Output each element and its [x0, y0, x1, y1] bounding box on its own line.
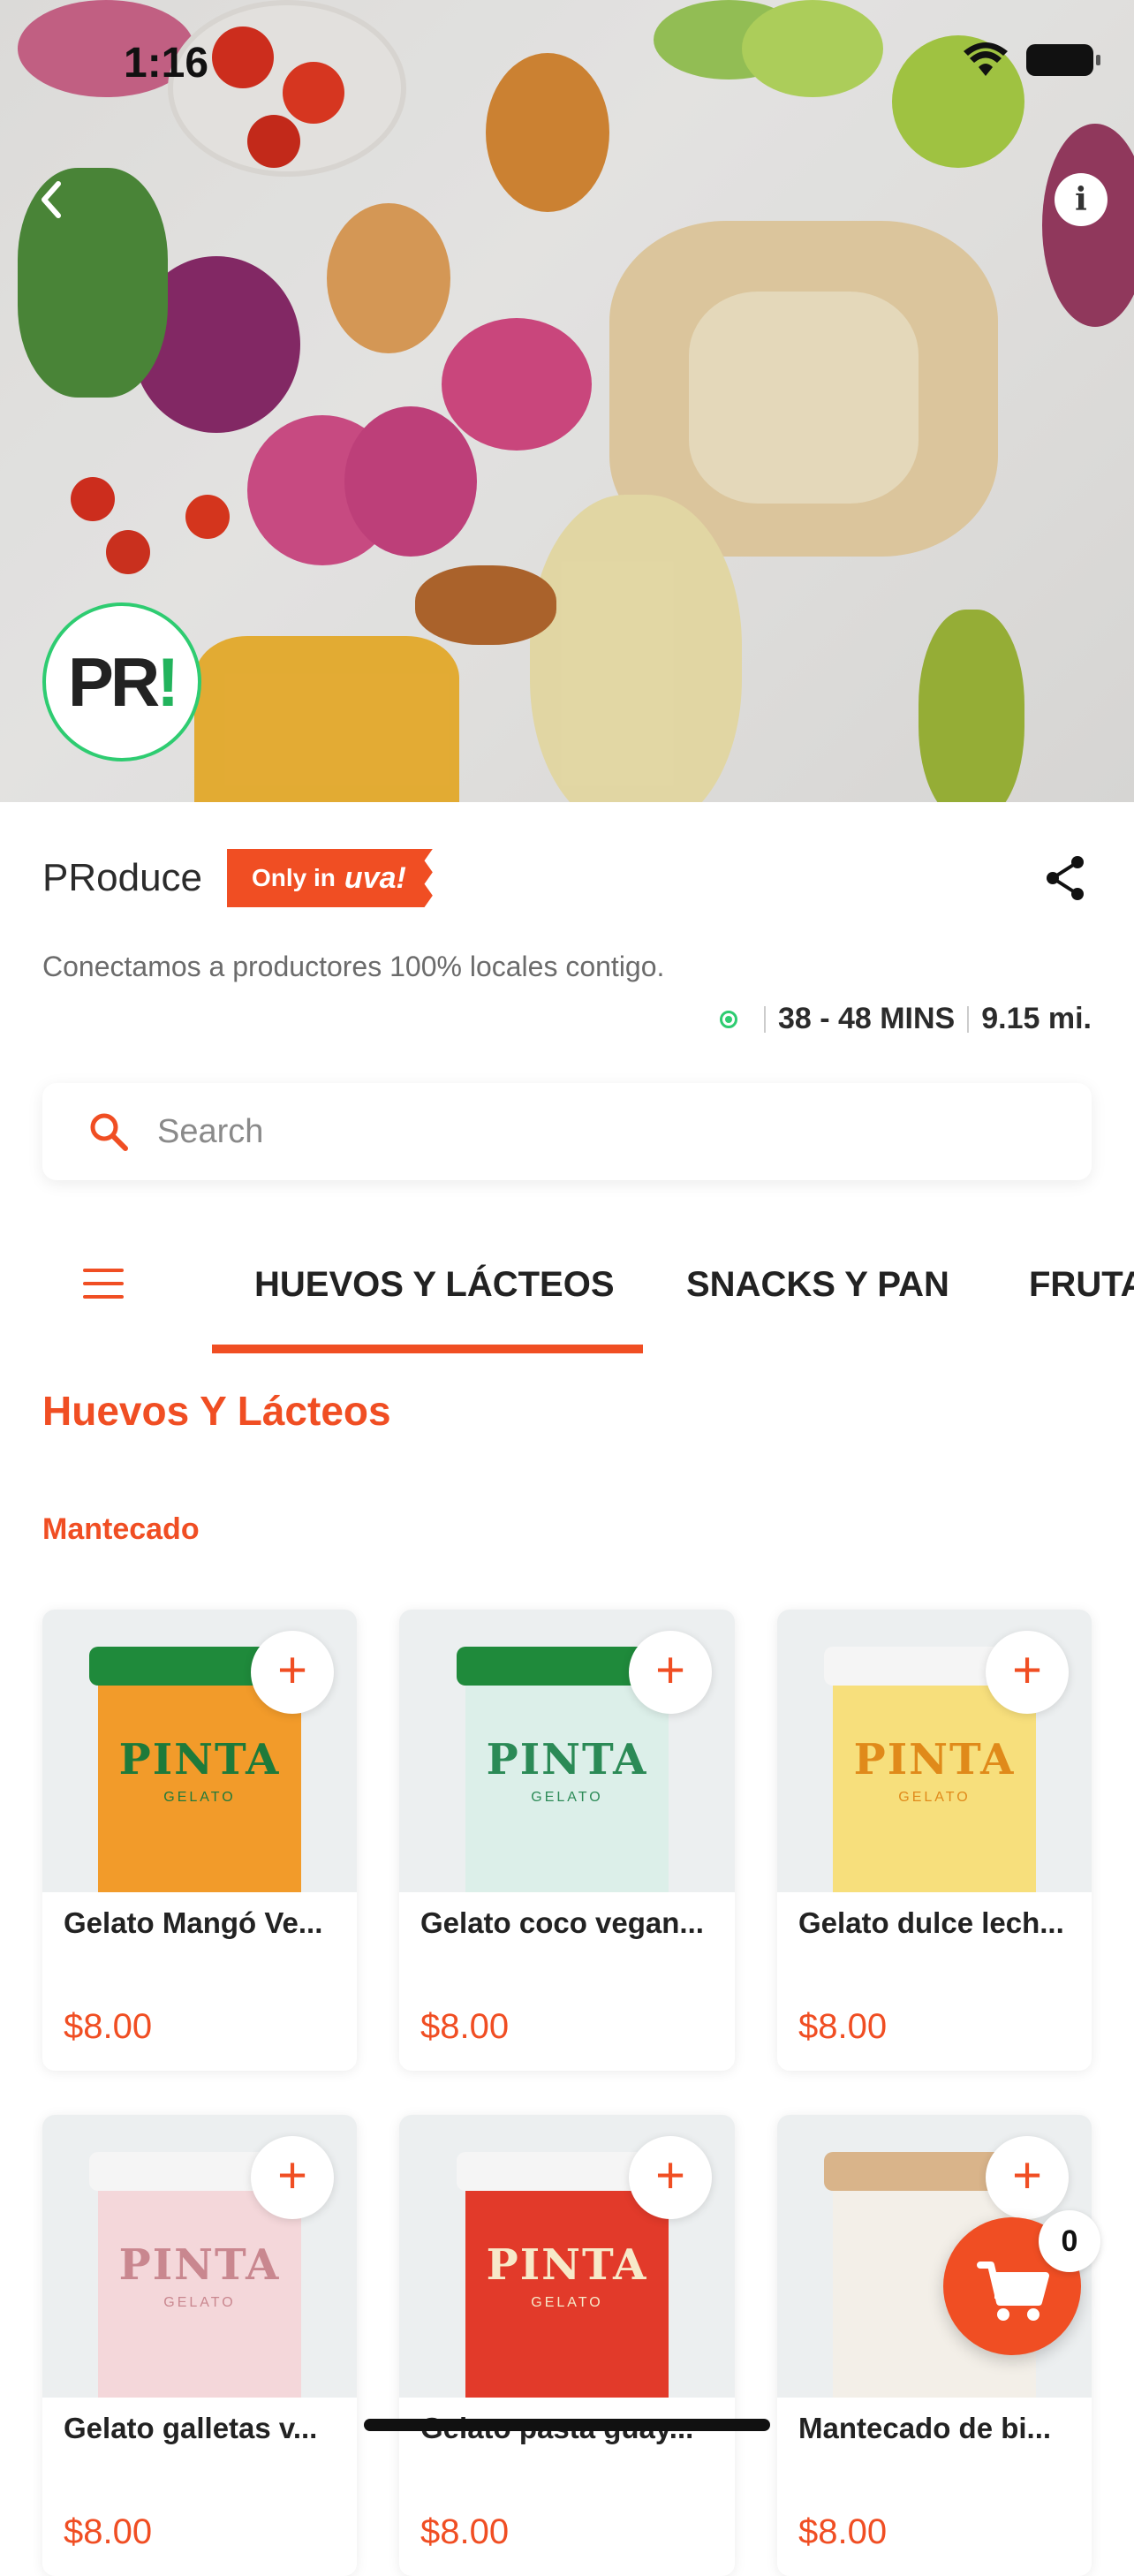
product-price: $8.00 [420, 2512, 510, 2551]
back-button[interactable] [32, 173, 74, 226]
pint-brand: PINTA [853, 1735, 1016, 1784]
product-price: $8.00 [798, 2512, 888, 2551]
product-name: Gelato galletas v... [64, 2412, 318, 2444]
add-to-cart-button[interactable]: + [629, 1631, 712, 1714]
share-button[interactable] [1039, 852, 1092, 905]
pint-subtitle: GELATO [531, 1790, 603, 1805]
section-title: Huevos Y Lácteos [42, 1388, 391, 1434]
wifi-icon [964, 42, 1008, 76]
product-name: Gelato coco vegan... [420, 1906, 704, 1939]
add-to-cart-button[interactable]: + [251, 1631, 334, 1714]
logo-bang: ! [156, 642, 179, 721]
subsection-title: Mantecado [42, 1512, 200, 1546]
pint-brand: PINTA [118, 1735, 281, 1784]
hamburger-icon [83, 1269, 124, 1299]
tab-frutas[interactable]: FRUTAS [1029, 1265, 1134, 1305]
status-time: 1:16 [124, 40, 209, 87]
product-price: $8.00 [64, 2007, 153, 2046]
pint-subtitle: GELATO [163, 2295, 236, 2310]
battery-icon [1026, 44, 1100, 76]
plus-icon: + [655, 2147, 685, 2204]
search-icon [90, 1113, 128, 1151]
active-tab-indicator [212, 1345, 643, 1353]
add-to-cart-button[interactable]: + [251, 2136, 334, 2219]
store-header: PRoduce Only in uva! [42, 846, 1092, 910]
add-to-cart-button[interactable]: + [986, 2136, 1069, 2219]
plus-icon: + [277, 2147, 307, 2204]
add-to-cart-button[interactable]: + [629, 2136, 712, 2219]
tab-snacks-y-pan[interactable]: SNACKS Y PAN [686, 1265, 949, 1305]
pint-brand: PINTA [118, 2240, 281, 2290]
product-price: $8.00 [420, 2007, 510, 2046]
logo-text: PR [67, 642, 160, 721]
store-logo: PR! [42, 602, 201, 761]
store-name: PRoduce [42, 856, 203, 899]
product-name: Gelato dulce lech... [798, 1906, 1064, 1939]
chevron-left-icon [42, 181, 61, 218]
badge-brand: uva! [344, 860, 406, 895]
add-to-cart-button[interactable]: + [986, 1631, 1069, 1714]
tab-huevos-y-lacteos[interactable]: HUEVOS Y LÁCTEOS [254, 1265, 615, 1305]
plus-icon: + [1012, 2147, 1042, 2204]
plus-icon: + [277, 1641, 307, 1699]
store-description: Conectamos a productores 100% locales co… [42, 951, 665, 982]
info-icon: i [1075, 181, 1087, 218]
pint-brand: PINTA [486, 2240, 648, 2290]
pint-subtitle: GELATO [163, 1790, 236, 1805]
divider [967, 1005, 970, 1033]
pint-brand: PINTA [486, 1735, 648, 1784]
pint-subtitle: GELATO [898, 1790, 971, 1805]
info-button[interactable]: i [1055, 173, 1108, 226]
delivery-distance: 9.15 mi. [981, 1002, 1092, 1035]
plus-icon: + [655, 1641, 685, 1699]
open-status-icon [719, 1010, 737, 1028]
exclusive-badge: Only in uva! [227, 849, 433, 907]
search-bar[interactable] [42, 1083, 1092, 1180]
plus-icon: + [1012, 1641, 1042, 1699]
divider [763, 1005, 766, 1033]
product-name: Mantecado de bi... [798, 2412, 1052, 2444]
home-indicator [364, 2419, 770, 2431]
category-tabs: HUEVOS Y LÁCTEOS SNACKS Y PAN FRUTAS [0, 1237, 1134, 1353]
badge-prefix: Only in [252, 864, 336, 891]
product-name: Gelato Mangó Ve... [64, 1906, 323, 1939]
category-menu-button[interactable] [83, 1269, 124, 1300]
product-price: $8.00 [64, 2512, 153, 2551]
share-icon [1047, 856, 1084, 900]
product-price: $8.00 [798, 2007, 888, 2046]
search-input[interactable] [157, 1112, 952, 1151]
delivery-time: 38 - 48 MINS [777, 1002, 956, 1035]
status-bar: 1:16 [0, 0, 1134, 124]
pint-subtitle: GELATO [531, 2295, 603, 2310]
delivery-info: 38 - 48 MINS 9.15 mi. [719, 1002, 1092, 1036]
cart-count-badge: 0 [1039, 2210, 1100, 2272]
